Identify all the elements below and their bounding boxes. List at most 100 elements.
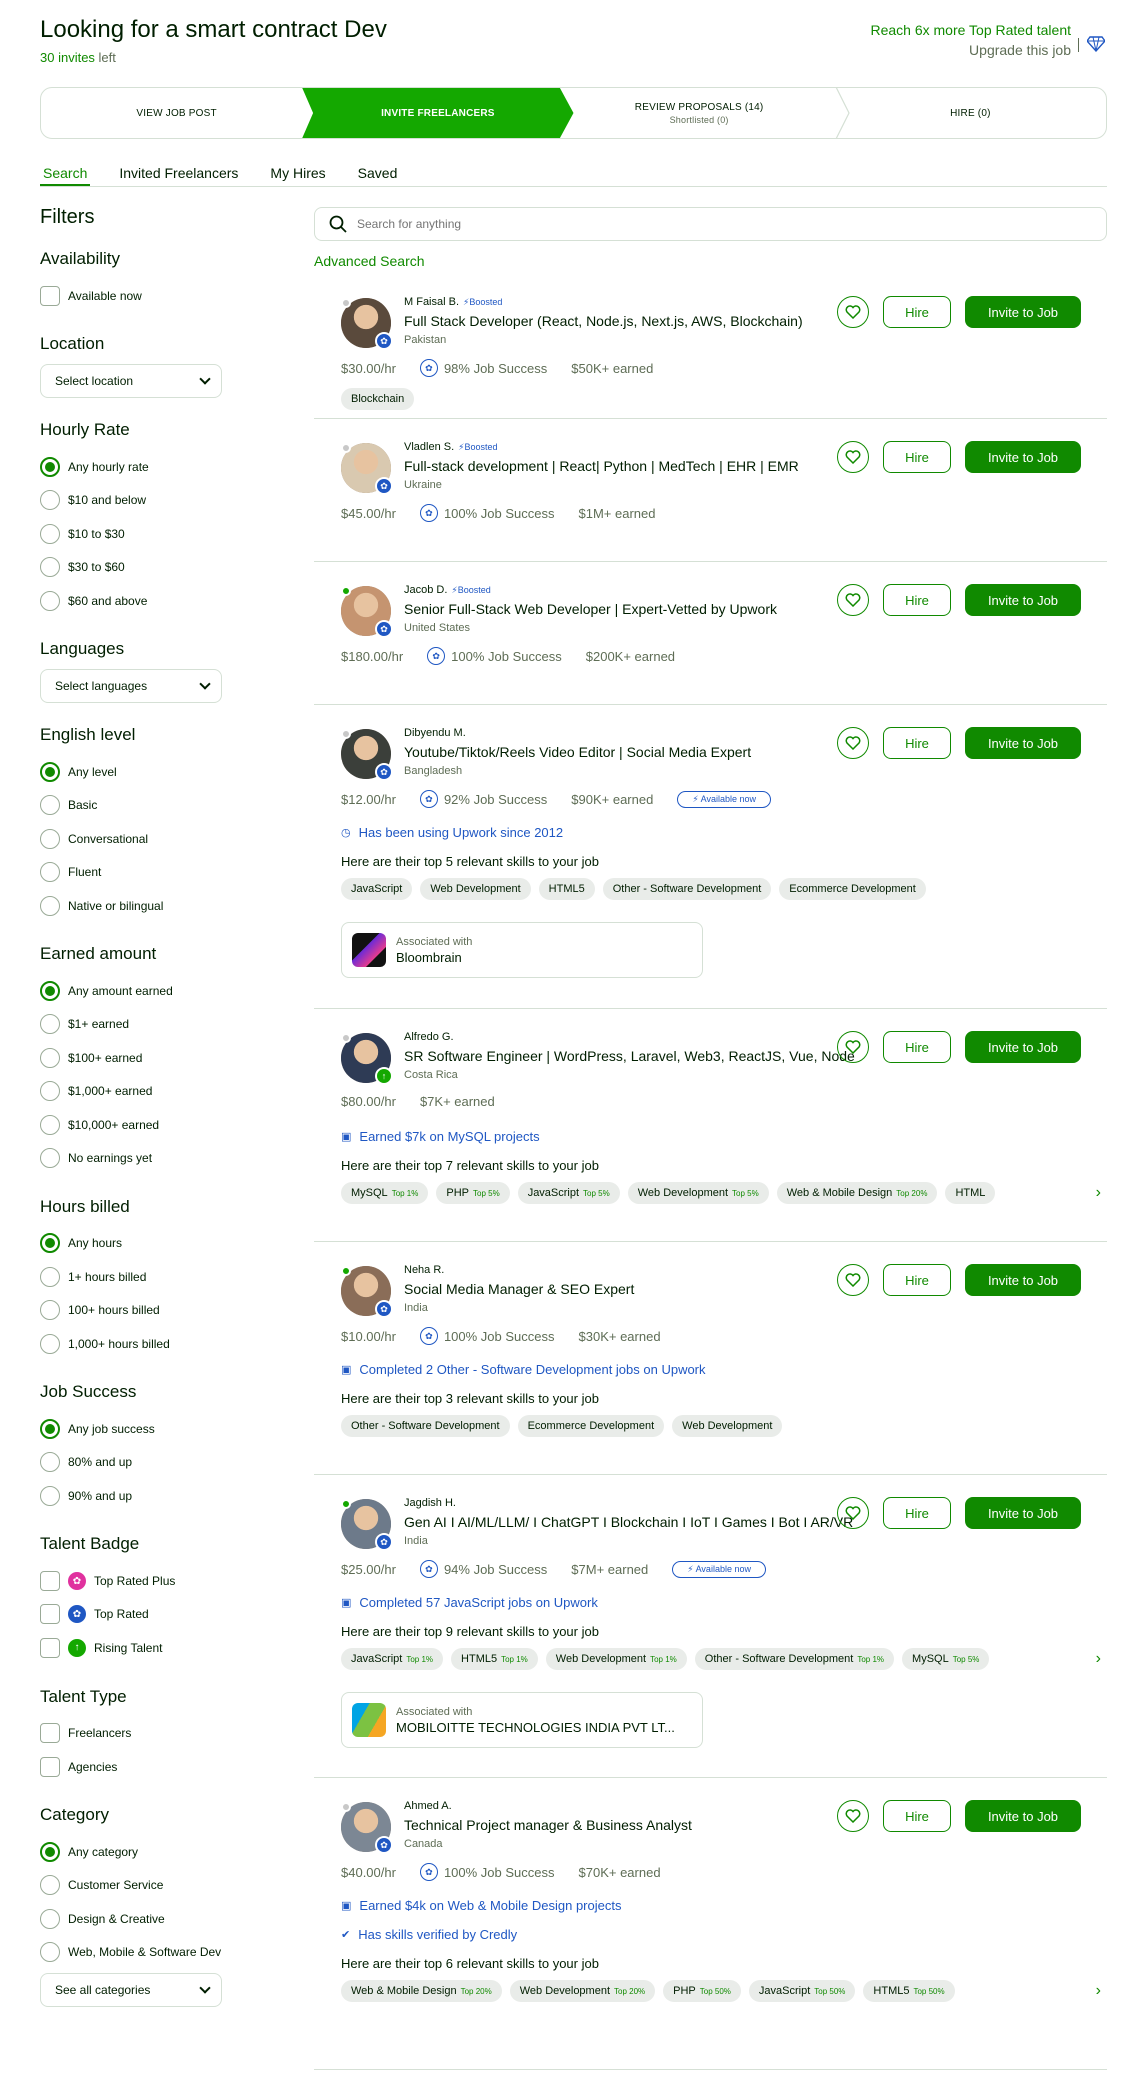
freelancer-card[interactable]: ✿ Ahmed A. Technical Project manager & Bus…: [314, 1778, 1107, 2070]
freelancer-headline[interactable]: SR Software Engineer | WordPress, Larave…: [404, 1048, 855, 1064]
english-option[interactable]: Basic: [40, 789, 280, 822]
freelancer-name[interactable]: Dibyendu M.: [404, 727, 466, 739]
checkbox[interactable]: [40, 1637, 60, 1658]
badge-option[interactable]: ↑ Rising Talent: [40, 1631, 280, 1664]
skill-chip[interactable]: Other - Software Development: [341, 1415, 510, 1437]
tab-invited-freelancers[interactable]: Invited Freelancers: [116, 165, 241, 186]
hire-button[interactable]: Hire: [883, 1264, 951, 1296]
hire-button[interactable]: Hire: [883, 584, 951, 616]
earned-option[interactable]: $1+ earned: [40, 1008, 280, 1041]
freelancer-headline[interactable]: Gen AI I AI/ML/LLM/ I ChatGPT I Blockcha…: [404, 1514, 853, 1530]
radio[interactable]: [40, 1233, 60, 1254]
freelancer-card[interactable]: ✿ Dibyendu M. Youtube/Tiktok/Reels Video E…: [314, 705, 1107, 1009]
invite-to-job-button[interactable]: Invite to Job: [965, 727, 1081, 759]
reach-more-link[interactable]: Reach 6x more Top Rated talent: [870, 22, 1105, 38]
skill-chip[interactable]: Web Development: [672, 1415, 783, 1437]
radio[interactable]: [40, 1908, 60, 1929]
hire-button[interactable]: Hire: [883, 296, 951, 328]
earned-option[interactable]: $10,000+ earned: [40, 1108, 280, 1141]
skill-chip[interactable]: Other - Software Development Top 1%: [694, 1648, 895, 1670]
avatar[interactable]: ✿: [341, 586, 393, 638]
radio[interactable]: [40, 795, 60, 816]
radio[interactable]: [40, 590, 60, 611]
freelancer-name[interactable]: Neha R.: [404, 1264, 444, 1276]
avatar[interactable]: ✿: [341, 1499, 393, 1551]
upgrade-job-link[interactable]: Upgrade this job: [870, 42, 1105, 58]
skill-chip[interactable]: MySQL Top 1%: [341, 1182, 429, 1204]
skill-chip[interactable]: HTML5 Top 50%: [863, 1980, 955, 2002]
type-option[interactable]: Freelancers: [40, 1717, 280, 1750]
invite-to-job-button[interactable]: Invite to Job: [965, 1264, 1081, 1296]
chevron-right-icon[interactable]: ›: [1096, 1982, 1101, 2000]
avatar[interactable]: ✿: [341, 298, 393, 350]
skill-chip[interactable]: Web Development Top 1%: [545, 1648, 687, 1670]
english-option[interactable]: Fluent: [40, 856, 280, 889]
skill-chip[interactable]: Web Development: [420, 878, 531, 900]
radio[interactable]: [40, 762, 60, 783]
freelancer-headline[interactable]: Senior Full-Stack Web Developer | Expert…: [404, 601, 777, 617]
english-option[interactable]: Any level: [40, 755, 280, 788]
skill-chip[interactable]: JavaScript: [341, 878, 413, 900]
association-card[interactable]: Associated with Bloombrain: [341, 922, 703, 978]
hours-option[interactable]: Any hours: [40, 1227, 280, 1260]
hire-button[interactable]: Hire: [883, 1031, 951, 1063]
english-option[interactable]: Conversational: [40, 822, 280, 855]
freelancer-headline[interactable]: Youtube/Tiktok/Reels Video Editor | Soci…: [404, 744, 751, 760]
freelancer-name[interactable]: Alfredo G.: [404, 1031, 454, 1043]
radio[interactable]: [40, 457, 60, 478]
badge-option[interactable]: ✿ Top Rated: [40, 1598, 280, 1631]
see-all-categories-select[interactable]: See all categories: [40, 1972, 222, 2007]
location-select[interactable]: Select location: [40, 364, 222, 399]
freelancer-card[interactable]: ↑ Alfredo G. SR Software Engineer | WordPr…: [314, 1009, 1107, 1242]
chevron-right-icon[interactable]: ›: [1096, 1184, 1101, 1202]
checkbox[interactable]: [40, 1604, 60, 1625]
freelancer-name[interactable]: Jagdish H.: [404, 1497, 456, 1509]
job-success-option[interactable]: 90% and up: [40, 1479, 280, 1512]
avatar[interactable]: ✿: [341, 1266, 393, 1318]
hire-button[interactable]: Hire: [883, 1800, 951, 1832]
skill-chip[interactable]: Ecommerce Development: [517, 1415, 665, 1437]
radio[interactable]: [40, 523, 60, 544]
earned-option[interactable]: $100+ earned: [40, 1041, 280, 1074]
category-option[interactable]: Any category: [40, 1835, 280, 1868]
step-review-proposals[interactable]: REVIEW PROPOSALS (14) Shortlisted (0): [564, 88, 835, 138]
skill-chip[interactable]: PHP Top 5%: [436, 1182, 510, 1204]
checkbox[interactable]: [40, 1756, 60, 1777]
advanced-search-link[interactable]: Advanced Search: [314, 253, 1107, 269]
save-heart-button[interactable]: [837, 1800, 869, 1832]
hire-button[interactable]: Hire: [883, 727, 951, 759]
radio[interactable]: [40, 1842, 60, 1863]
hire-button[interactable]: Hire: [883, 441, 951, 473]
freelancer-headline[interactable]: Technical Project manager & Business Ana…: [404, 1817, 692, 1833]
radio[interactable]: [40, 1875, 60, 1896]
invite-to-job-button[interactable]: Invite to Job: [965, 296, 1081, 328]
freelancer-card[interactable]: ✿ M Faisal B. ⚡Boosted Full Stack Developer…: [314, 274, 1107, 419]
radio[interactable]: [40, 557, 60, 578]
hire-button[interactable]: Hire: [883, 1497, 951, 1529]
freelancer-name[interactable]: Ahmed A.: [404, 1800, 452, 1812]
tab-my-hires[interactable]: My Hires: [267, 165, 328, 186]
radio[interactable]: [40, 895, 60, 916]
earned-option[interactable]: Any amount earned: [40, 974, 280, 1007]
job-success-option[interactable]: Any job success: [40, 1412, 280, 1445]
step-invite-freelancers[interactable]: INVITE FREELANCERS: [302, 88, 574, 138]
hourly-rate-option[interactable]: $30 to $60: [40, 551, 280, 584]
save-heart-button[interactable]: [837, 1497, 869, 1529]
radio[interactable]: [40, 1418, 60, 1439]
step-hire[interactable]: HIRE (0): [835, 88, 1106, 138]
invite-to-job-button[interactable]: Invite to Job: [965, 441, 1081, 473]
tab-search[interactable]: Search: [40, 165, 91, 186]
save-heart-button[interactable]: [837, 296, 869, 328]
radio[interactable]: [40, 1300, 60, 1321]
freelancer-headline[interactable]: Social Media Manager & SEO Expert: [404, 1281, 634, 1297]
hours-option[interactable]: 100+ hours billed: [40, 1293, 280, 1326]
avatar[interactable]: ✿: [341, 443, 393, 495]
avatar[interactable]: ✿: [341, 1802, 393, 1854]
checkbox[interactable]: [40, 285, 60, 306]
freelancer-card[interactable]: ✿ Neha R. Social Media Manager & SEO Exper…: [314, 1242, 1107, 1475]
tab-saved[interactable]: Saved: [355, 165, 401, 186]
skill-chip[interactable]: MySQL Top 5%: [902, 1648, 990, 1670]
step-view-job-post[interactable]: VIEW JOB POST: [41, 88, 312, 138]
checkbox[interactable]: [40, 1723, 60, 1744]
save-heart-button[interactable]: [837, 727, 869, 759]
